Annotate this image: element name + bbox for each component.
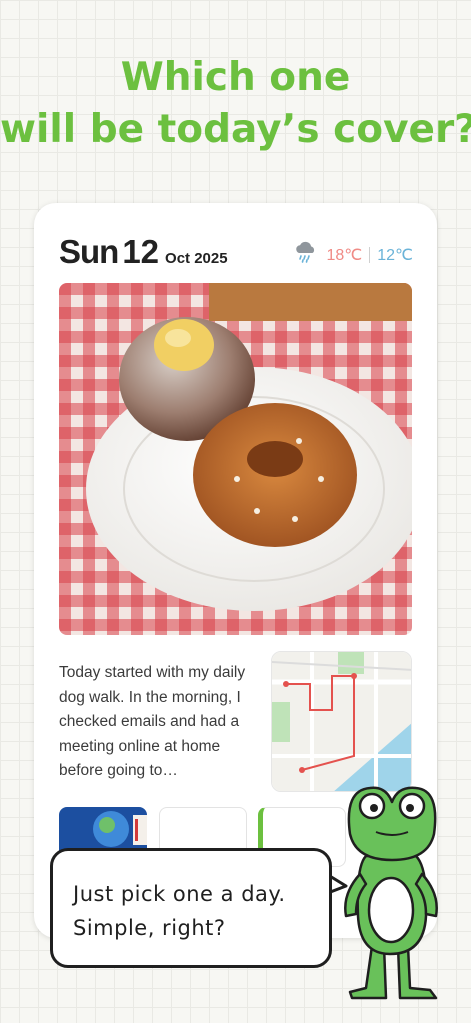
low-temp: 12℃ — [377, 246, 413, 264]
high-temp: 18℃ — [326, 246, 363, 264]
frog-mascot — [344, 786, 438, 1000]
speech-bubble: Just pick one a day. Simple, right? — [50, 848, 332, 968]
bubble-text: Just pick one a day. Simple, right? — [73, 877, 286, 945]
headline-line-1: Which one — [120, 55, 351, 100]
rain-cloud-icon — [294, 241, 318, 268]
bubble-line-2: Simple, right? — [73, 916, 226, 940]
month-year: Oct 2025 — [165, 250, 228, 267]
date-header: Sun 12 Oct 2025 — [59, 233, 228, 271]
headline-line-2: will be today’s cover? — [0, 107, 471, 152]
cover-photo[interactable] — [59, 283, 412, 635]
weather: 18℃ 12℃ — [294, 241, 413, 268]
route-map[interactable] — [271, 651, 412, 792]
entry-text: Today started with my daily dog walk. In… — [59, 664, 246, 779]
temp-divider — [369, 246, 371, 263]
headline: Which one will be today’s cover? — [0, 52, 471, 156]
day-of-week: Sun — [59, 233, 119, 270]
bubble-line-1: Just pick one a day. — [73, 882, 286, 906]
day-number: 12 — [122, 233, 160, 270]
